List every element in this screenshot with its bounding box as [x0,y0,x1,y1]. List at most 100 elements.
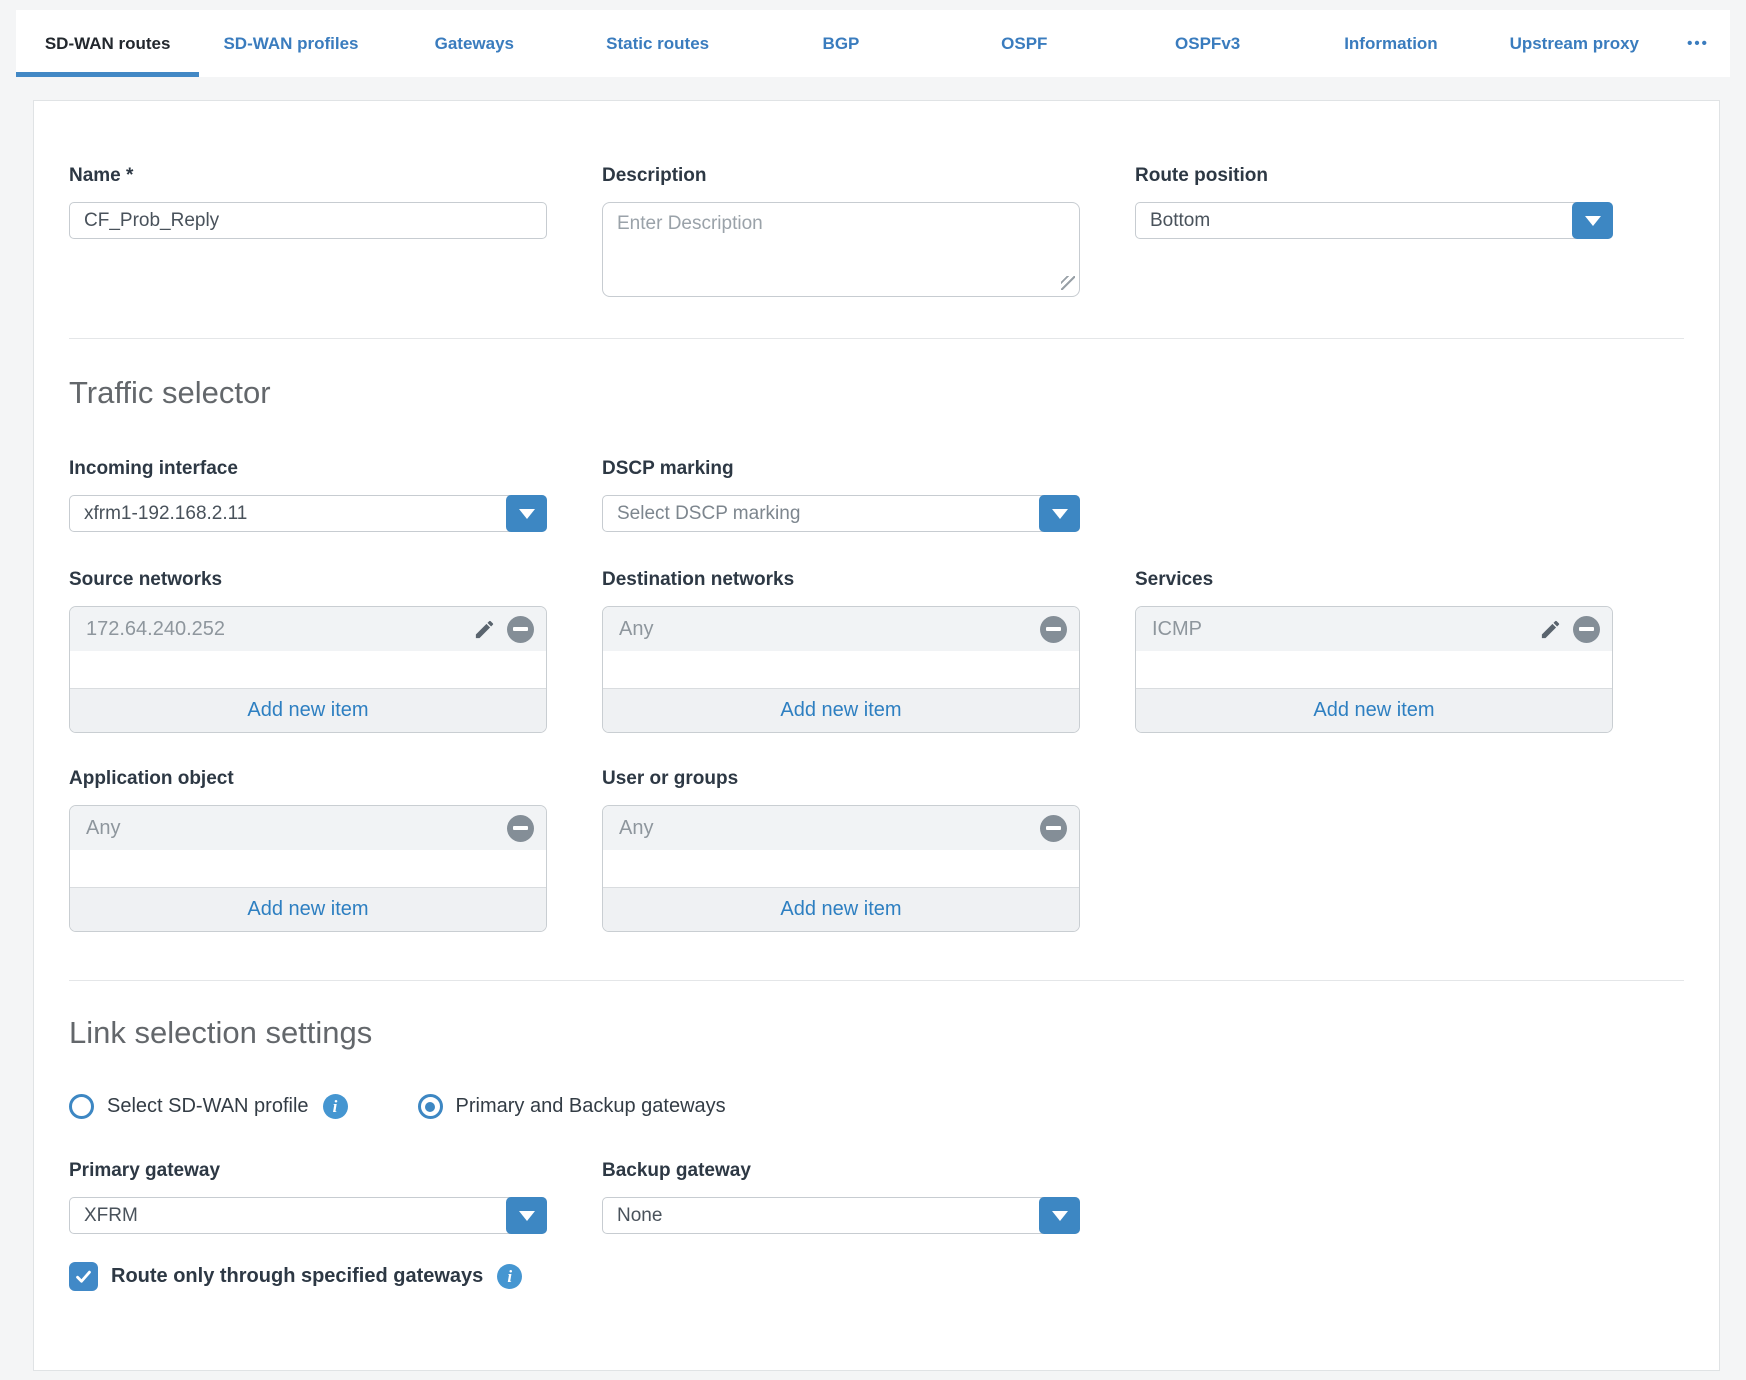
destination-networks-listbox: Any Add new item [602,606,1080,733]
source-networks-label: Source networks [69,569,547,591]
chevron-down-icon [1585,216,1601,226]
chevron-down-icon [1052,1211,1068,1221]
backup-gateway-label: Backup gateway [602,1160,1080,1182]
name-input[interactable] [69,202,547,239]
remove-icon[interactable] [507,616,534,643]
user-or-groups-listbox: Any Add new item [602,805,1080,932]
tab-static-routes[interactable]: Static routes [566,10,749,77]
dropdown-button[interactable] [1039,1197,1080,1234]
add-new-item-button[interactable]: Add new item [1136,688,1612,732]
tab-bgp[interactable]: BGP [749,10,932,77]
list-item: Any [603,607,1079,651]
dscp-marking-field-group: DSCP marking Select DSCP marking [602,458,1080,532]
source-networks-listbox: 172.64.240.252 Add new item [69,606,547,733]
user-or-groups-group: User or groups Any Add new item [602,768,1080,932]
add-new-item-button[interactable]: Add new item [70,688,546,732]
dropdown-button[interactable] [506,1197,547,1234]
remove-icon[interactable] [507,815,534,842]
tab-information[interactable]: Information [1299,10,1482,77]
application-users-row: Application object Any Add new item User… [69,768,1684,932]
remove-icon[interactable] [1040,815,1067,842]
list-empty-space [70,850,546,887]
list-empty-space [70,651,546,688]
description-field-group: Description [602,165,1080,297]
chevron-down-icon [1052,509,1068,519]
backup-gateway-value: None [603,1198,1079,1233]
checkbox-checked[interactable] [69,1262,98,1291]
tab-gateways[interactable]: Gateways [383,10,566,77]
destination-networks-group: Destination networks Any Add new item [602,569,1080,733]
list-item: Any [603,806,1079,850]
section-divider [69,980,1684,981]
list-empty-space [1136,651,1612,688]
description-textarea[interactable] [602,202,1080,297]
tab-sdwan-routes[interactable]: SD-WAN routes [16,10,199,77]
application-object-label: Application object [69,768,547,790]
dscp-marking-select[interactable]: Select DSCP marking [602,495,1080,532]
services-group: Services ICMP Add new item [1135,569,1613,733]
description-textarea-wrap [602,202,1080,297]
list-empty-space [603,651,1079,688]
edit-icon[interactable] [1538,617,1563,642]
add-new-item-button[interactable]: Add new item [603,887,1079,931]
primary-gateway-select[interactable]: XFRM [69,1197,547,1234]
chevron-down-icon [519,1211,535,1221]
source-networks-group: Source networks 172.64.240.252 Add new i… [69,569,547,733]
interface-dscp-row: Incoming interface xfrm1-192.168.2.11 DS… [69,458,1684,532]
dscp-marking-value: Select DSCP marking [603,496,1079,531]
radio-primary-backup-gateways[interactable]: Primary and Backup gateways [418,1094,726,1119]
remove-icon[interactable] [1040,616,1067,643]
tab-label: Information [1344,34,1438,54]
list-item: Any [70,806,546,850]
incoming-interface-select[interactable]: xfrm1-192.168.2.11 [69,495,547,532]
active-tab-underline [16,72,199,77]
user-or-groups-label: User or groups [602,768,1080,790]
add-new-item-button[interactable]: Add new item [603,688,1079,732]
dropdown-button[interactable] [1039,495,1080,532]
dropdown-button[interactable] [1572,202,1613,239]
radio-select-sdwan-profile[interactable]: Select SD-WAN profile i [69,1094,348,1119]
tab-label: Static routes [606,34,709,54]
tab-label: Upstream proxy [1510,34,1639,54]
route-position-select[interactable]: Bottom [1135,202,1613,239]
more-tabs-button[interactable]: ••• [1666,10,1730,77]
list-item-text: Any [86,817,507,840]
gateways-row: Primary gateway XFRM Backup gateway None [69,1160,1684,1234]
dropdown-button[interactable] [506,495,547,532]
route-position-label: Route position [1135,165,1613,187]
info-icon[interactable]: i [497,1264,522,1289]
radio-icon-selected [418,1094,443,1119]
tab-label: OSPF [1001,34,1047,54]
dscp-marking-label: DSCP marking [602,458,1080,480]
list-item: 172.64.240.252 [70,607,546,651]
application-object-group: Application object Any Add new item [69,768,547,932]
name-label: Name * [69,165,547,187]
backup-gateway-select[interactable]: None [602,1197,1080,1234]
resize-handle-icon[interactable] [1061,276,1075,290]
add-new-item-button[interactable]: Add new item [70,887,546,931]
link-selection-radio-group: Select SD-WAN profile i Primary and Back… [69,1094,1684,1119]
link-selection-heading: Link selection settings [69,1015,1684,1051]
info-icon[interactable]: i [323,1094,348,1119]
check-icon [74,1267,93,1286]
list-item: ICMP [1136,607,1612,651]
list-empty-space [603,850,1079,887]
traffic-selector-heading: Traffic selector [69,375,1684,411]
route-position-field-group: Route position Bottom [1135,165,1613,297]
route-only-checkbox-row: Route only through specified gateways i [69,1262,1684,1291]
ellipsis-icon: ••• [1687,35,1709,52]
edit-icon[interactable] [472,617,497,642]
basic-fields-row: Name * Description Route position Bottom [69,165,1684,297]
chevron-down-icon [519,509,535,519]
remove-icon[interactable] [1573,616,1600,643]
tab-label: SD-WAN profiles [223,34,358,54]
name-field-group: Name * [69,165,547,297]
tab-label: BGP [823,34,860,54]
tab-ospf[interactable]: OSPF [933,10,1116,77]
tab-sdwan-profiles[interactable]: SD-WAN profiles [199,10,382,77]
incoming-interface-value: xfrm1-192.168.2.11 [70,496,546,531]
tab-ospfv3[interactable]: OSPFv3 [1116,10,1299,77]
list-item-text: ICMP [1152,618,1538,641]
services-label: Services [1135,569,1613,591]
tab-upstream-proxy[interactable]: Upstream proxy [1483,10,1666,77]
